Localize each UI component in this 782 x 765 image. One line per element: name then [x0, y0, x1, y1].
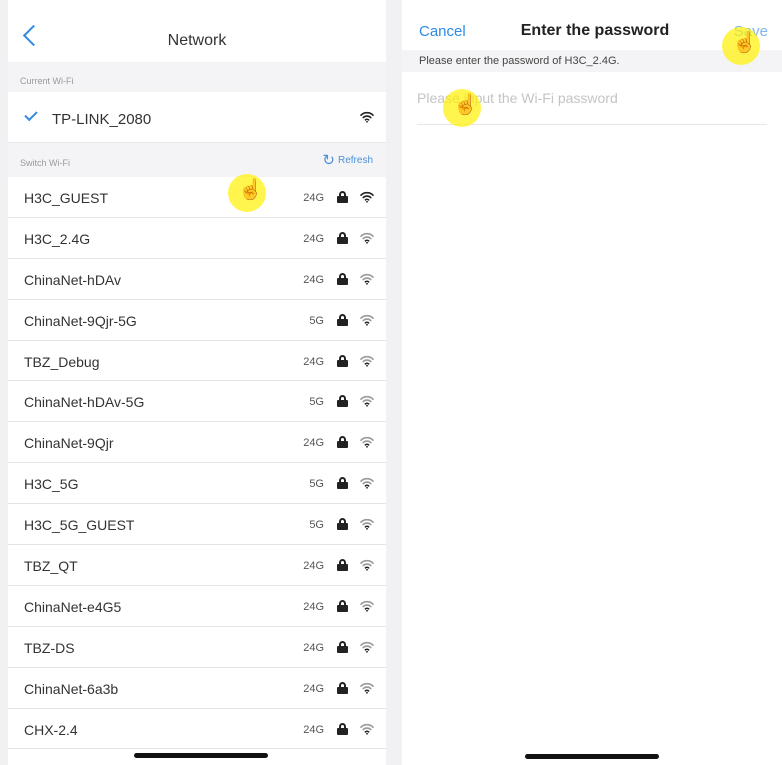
band-label: 24G — [303, 682, 324, 695]
network-name: H3C_2.4G — [24, 230, 91, 247]
network-name: CHX-2.4 — [24, 721, 78, 738]
wifi-icon — [360, 641, 374, 653]
nav-bar: Network — [8, 0, 386, 62]
wifi-icon — [360, 600, 374, 612]
checkmark-icon — [24, 107, 38, 122]
password-screen: Cancel Enter the password Save Please en… — [402, 0, 782, 765]
network-row[interactable]: ChinaNet-6a3b 24G — [8, 668, 386, 709]
network-name: TBZ_QT — [24, 558, 78, 575]
lock-icon — [337, 559, 348, 572]
wifi-icon — [360, 273, 374, 285]
network-name: ChinaNet-9Qjr — [24, 435, 114, 452]
wifi-icon — [360, 477, 374, 489]
network-row[interactable]: ChinaNet-e4G5 24G — [8, 586, 386, 627]
wifi-icon — [360, 395, 374, 408]
switch-wifi-section: Switch Wi-Fi ↻ Refresh — [8, 143, 386, 177]
lock-icon — [337, 313, 348, 326]
band-label: 24G — [303, 641, 324, 654]
wifi-icon — [360, 518, 374, 530]
network-row[interactable]: ChinaNet-9Qjr 24G — [8, 422, 386, 464]
wifi-icon — [360, 436, 374, 449]
network-name: ChinaNet-e4G5 — [24, 598, 122, 615]
home-indicator — [134, 753, 268, 758]
wifi-icon — [360, 232, 374, 244]
lock-icon — [337, 722, 348, 735]
band-label: 5G — [309, 519, 324, 532]
lock-icon — [337, 272, 348, 285]
network-row[interactable]: ChinaNet-9Qjr-5G 5G — [8, 300, 386, 341]
hand-pointer-icon: ☝ — [732, 32, 757, 54]
band-label: 24G — [303, 437, 324, 450]
network-row[interactable]: H3C_5G_GUEST 5G — [8, 504, 386, 546]
home-indicator — [525, 754, 659, 759]
wifi-icon — [360, 111, 374, 123]
section-label: Switch Wi-Fi — [20, 158, 70, 168]
band-label: 24G — [303, 232, 324, 245]
network-row[interactable]: H3C_GUEST 24G — [8, 177, 386, 218]
touch-marker: ☝ — [722, 27, 760, 65]
network-name: ChinaNet-hDAv — [24, 271, 122, 288]
network-screen: Network Current Wi-Fi TP-LINK_2080 Switc… — [8, 0, 386, 765]
current-network-row[interactable]: TP-LINK_2080 — [8, 92, 386, 143]
network-name: H3C_5G — [24, 476, 79, 493]
network-row[interactable]: TBZ_Debug 24G — [8, 341, 386, 382]
touch-marker: ☝ — [228, 174, 266, 212]
network-row[interactable]: H3C_5G 5G — [8, 463, 386, 505]
lock-icon — [337, 436, 348, 449]
band-label: 24G — [303, 600, 324, 613]
lock-icon — [337, 599, 348, 612]
network-name: H3C_GUEST — [24, 190, 109, 206]
lock-icon — [337, 477, 348, 490]
current-network-name: TP-LINK_2080 — [52, 111, 152, 128]
lock-icon — [337, 640, 348, 653]
wifi-icon — [360, 314, 374, 326]
wifi-icon — [360, 723, 374, 735]
refresh-icon: ↻ — [322, 152, 335, 169]
network-name: H3C_5G_GUEST — [24, 517, 135, 534]
lock-icon — [337, 395, 348, 408]
band-label: 24G — [303, 192, 324, 204]
refresh-button[interactable]: ↻ Refresh — [322, 153, 373, 168]
wifi-icon — [360, 559, 374, 571]
lock-icon — [337, 354, 348, 367]
network-row[interactable]: TBZ_QT 24G — [8, 545, 386, 586]
hand-pointer-icon: ☝ — [453, 94, 478, 116]
section-label: Current Wi-Fi — [20, 76, 74, 86]
network-row[interactable]: H3C_2.4G 24G — [8, 218, 386, 259]
wifi-icon — [360, 191, 374, 203]
current-wifi-section: Current Wi-Fi — [8, 62, 386, 92]
wifi-icon — [360, 355, 374, 367]
band-label: 5G — [309, 396, 324, 409]
page-title: Network — [167, 32, 227, 49]
band-label: 5G — [309, 314, 324, 327]
band-label: 24G — [303, 723, 324, 736]
lock-icon — [337, 518, 348, 531]
band-label: 24G — [303, 560, 324, 573]
refresh-label: Refresh — [337, 155, 373, 166]
network-row[interactable]: TBZ-DS 24G — [8, 627, 386, 668]
network-name: TBZ-DS — [24, 639, 75, 656]
lock-icon — [337, 681, 348, 694]
network-list: H3C_GUEST 24G H3C_2.4G 24G ChinaNet-hDAv 24G C… — [8, 177, 386, 750]
network-name: TBZ_Debug — [24, 353, 100, 370]
band-label: 24G — [303, 355, 324, 368]
lock-icon — [337, 191, 348, 203]
touch-marker: ☝ — [443, 89, 481, 127]
band-label: 24G — [303, 273, 324, 286]
network-name: ChinaNet-6a3b — [24, 680, 119, 697]
network-row[interactable]: CHX-2.4 24G — [8, 709, 386, 750]
hand-pointer-icon: ☝ — [238, 179, 263, 201]
wifi-icon — [360, 682, 374, 694]
network-name: ChinaNet-9Qjr-5G — [24, 312, 137, 329]
lock-icon — [337, 231, 348, 244]
network-name: ChinaNet-hDAv-5G — [24, 394, 145, 411]
network-row[interactable]: ChinaNet-hDAv 24G — [8, 259, 386, 300]
network-row[interactable]: ChinaNet-hDAv-5G 5G — [8, 381, 386, 423]
band-label: 5G — [309, 478, 324, 491]
